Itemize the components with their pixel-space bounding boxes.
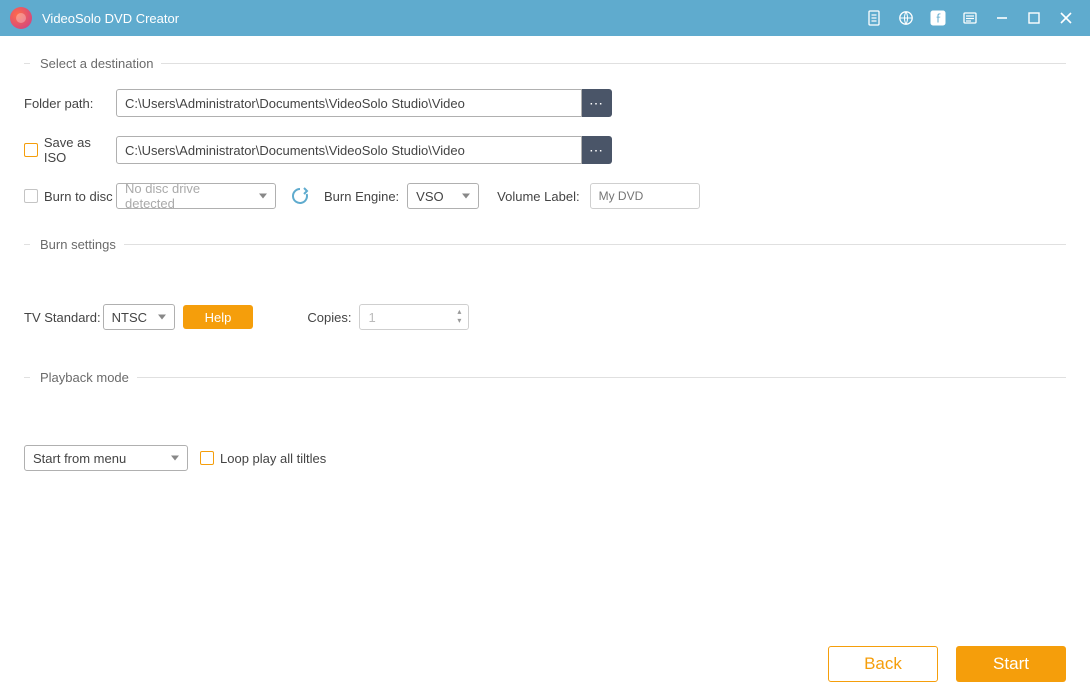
copies-value: 1 xyxy=(368,310,375,325)
tv-standard-label: TV Standard: xyxy=(24,310,101,325)
save-iso-browse-button[interactable]: ⋯ xyxy=(582,136,612,164)
disc-drive-select[interactable]: No disc drive detected xyxy=(116,183,276,209)
titlebar: VideoSolo DVD Creator xyxy=(0,0,1090,36)
loop-play-label: Loop play all tiltles xyxy=(220,451,326,466)
volume-label-label: Volume Label: xyxy=(497,189,579,204)
burn-disc-label: Burn to disc xyxy=(44,189,113,204)
copies-down-icon[interactable]: ▾ xyxy=(454,316,464,325)
burn-engine-label: Burn Engine: xyxy=(324,189,399,204)
menu-icon[interactable] xyxy=(956,4,984,32)
volume-label-input[interactable] xyxy=(590,183,700,209)
close-icon[interactable] xyxy=(1052,4,1080,32)
back-button[interactable]: Back xyxy=(828,646,938,682)
loop-play-checkbox[interactable] xyxy=(200,451,214,465)
burn-engine-select[interactable]: VSO xyxy=(407,183,479,209)
copies-label: Copies: xyxy=(307,310,351,325)
help-button[interactable]: Help xyxy=(183,305,254,329)
section-destination-title: Select a destination xyxy=(30,56,161,71)
save-iso-input[interactable] xyxy=(116,136,582,164)
disc-drive-value: No disc drive detected xyxy=(125,181,253,211)
refresh-icon[interactable] xyxy=(290,186,310,206)
copies-up-icon[interactable]: ▴ xyxy=(454,307,464,316)
facebook-icon[interactable] xyxy=(924,4,952,32)
start-button[interactable]: Start xyxy=(956,646,1066,682)
section-burn-header: Burn settings xyxy=(24,237,1066,252)
folder-path-label: Folder path: xyxy=(24,96,116,111)
folder-path-browse-button[interactable]: ⋯ xyxy=(582,89,612,117)
section-playback-header: Playback mode xyxy=(24,370,1066,385)
folder-path-input[interactable] xyxy=(116,89,582,117)
minimize-icon[interactable] xyxy=(988,4,1016,32)
app-logo xyxy=(10,7,32,29)
section-destination-header: Select a destination xyxy=(24,56,1066,71)
save-iso-label: Save as ISO xyxy=(44,135,116,165)
tv-standard-value: NTSC xyxy=(112,310,147,325)
burn-engine-value: VSO xyxy=(416,189,443,204)
playback-start-value: Start from menu xyxy=(33,451,126,466)
playback-start-select[interactable]: Start from menu xyxy=(24,445,188,471)
burn-disc-checkbox[interactable] xyxy=(24,189,38,203)
section-playback-title: Playback mode xyxy=(30,370,137,385)
tv-standard-select[interactable]: NTSC xyxy=(103,304,175,330)
copies-input[interactable]: 1 ▴ ▾ xyxy=(359,304,469,330)
maximize-icon[interactable] xyxy=(1020,4,1048,32)
globe-icon[interactable] xyxy=(892,4,920,32)
footer: Back Start xyxy=(828,646,1066,682)
section-burn-title: Burn settings xyxy=(30,237,124,252)
save-iso-checkbox[interactable] xyxy=(24,143,38,157)
app-title: VideoSolo DVD Creator xyxy=(42,11,179,26)
document-icon[interactable] xyxy=(860,4,888,32)
